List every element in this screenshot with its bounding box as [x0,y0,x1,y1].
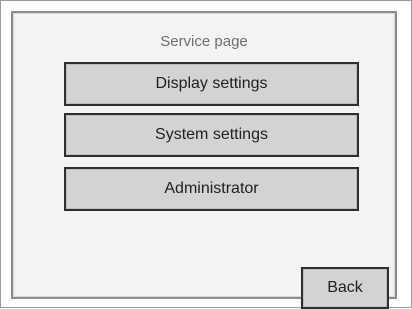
display-settings-button[interactable]: Display settings [64,62,359,106]
administrator-button[interactable]: Administrator [64,167,359,211]
device-frame: Service page Display settings System set… [0,0,412,309]
system-settings-button[interactable]: System settings [64,113,359,157]
page-title: Service page [160,33,248,50]
back-button[interactable]: Back [301,267,389,309]
service-screen: Service page Display settings System set… [11,11,397,309]
